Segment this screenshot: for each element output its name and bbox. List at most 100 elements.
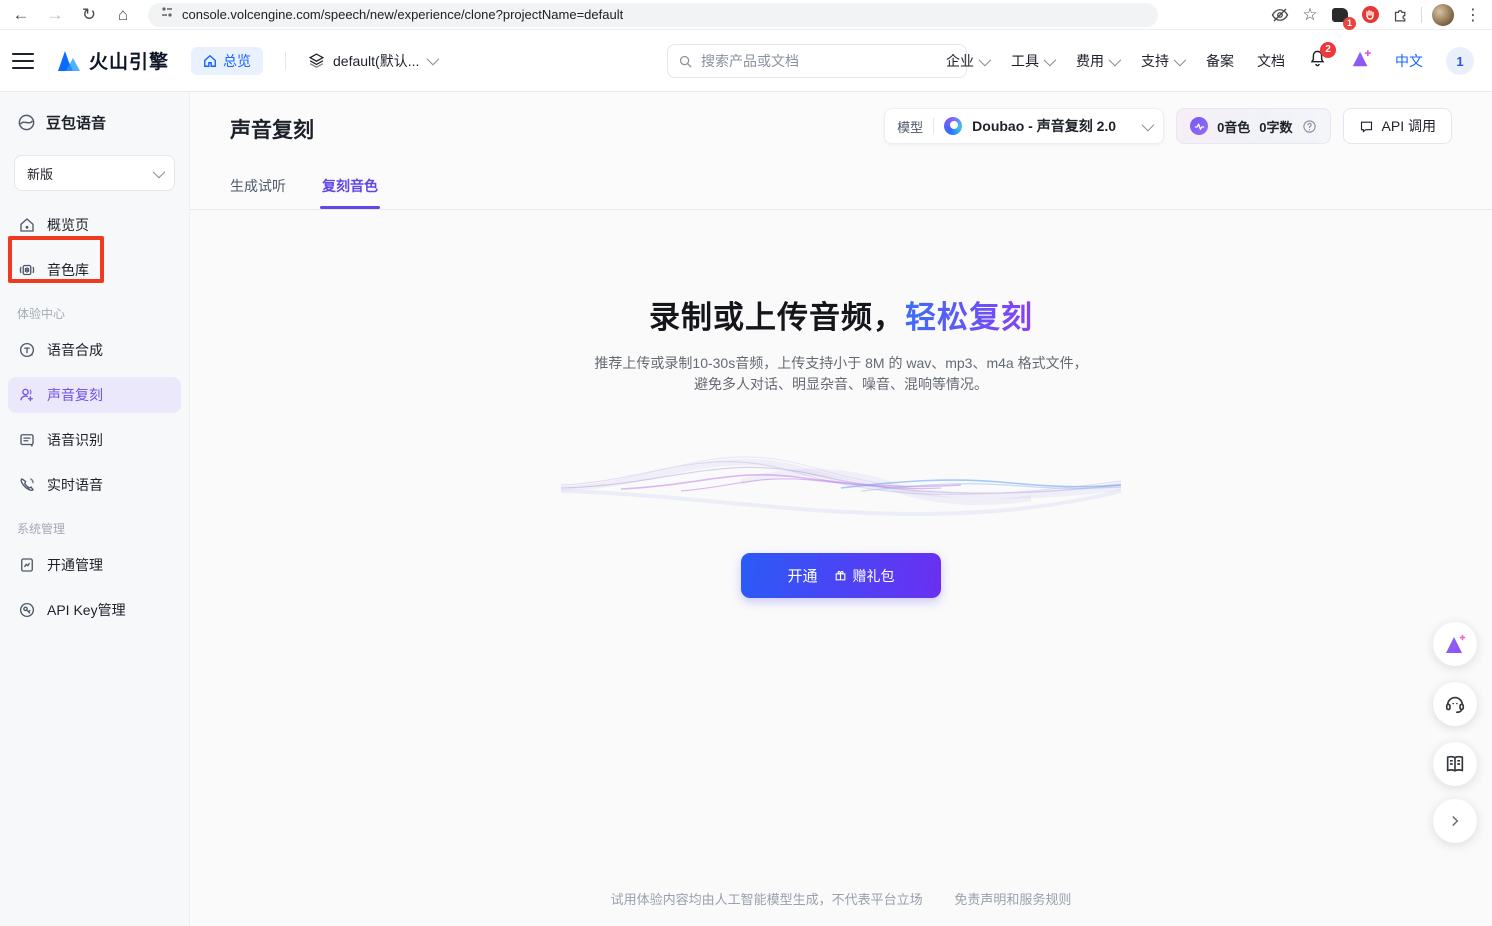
- footer-disclaimer: 试用体验内容均由人工智能模型生成，不代表平台立场: [611, 892, 923, 907]
- home-icon: [203, 54, 217, 68]
- notifications-bell-icon[interactable]: 2: [1308, 49, 1327, 73]
- sidebar-product-title: 豆包语音: [0, 102, 189, 147]
- hero-title: 录制或上传音频，轻松复刻: [190, 292, 1492, 337]
- hero-description: 推荐上传或录制10-30s音频，上传支持小于 8M 的 wav、mp3、m4a …: [190, 353, 1492, 395]
- quota-pulse-icon: [1190, 117, 1208, 135]
- adblock-icon[interactable]: [1357, 2, 1383, 28]
- version-value: 新版: [27, 164, 53, 183]
- chevron-down-icon: [1142, 118, 1155, 131]
- sidebar-item-overview[interactable]: 概览页: [8, 207, 181, 243]
- voice-library-icon: [17, 260, 37, 280]
- sidebar-item-asr[interactable]: 语音识别: [8, 422, 181, 458]
- floating-toolbar: [1427, 0, 1477, 926]
- doubao-voice-icon: [16, 113, 36, 133]
- activate-button[interactable]: 开通 赠礼包: [741, 553, 941, 598]
- project-switcher[interactable]: default(默认...: [308, 51, 436, 71]
- sidebar-item-tts[interactable]: 语音合成: [8, 332, 181, 368]
- hamburger-menu-icon[interactable]: [12, 53, 34, 69]
- tab-clone-voice[interactable]: 复刻音色: [322, 176, 378, 209]
- main-panel: 声音复刻 模型 Doubao - 声音复刻 2.0 0音色 0字数: [190, 92, 1492, 926]
- waveform-illustration: [561, 433, 1121, 525]
- address-bar[interactable]: console.volcengine.com/speech/new/experi…: [148, 3, 1158, 27]
- nav-menu-filing[interactable]: 备案: [1206, 51, 1234, 71]
- page-title: 声音复刻: [230, 114, 314, 144]
- customer-service-button[interactable]: [1433, 682, 1477, 726]
- chevron-down-icon: [427, 53, 440, 66]
- browser-chrome: ← → ↻ ⌂ console.volcengine.com/speech/ne…: [0, 0, 1492, 30]
- sidebar-item-voice-library[interactable]: 音色库: [8, 252, 181, 288]
- overview-label: 总览: [223, 51, 251, 71]
- nav-menu-billing[interactable]: 费用: [1076, 51, 1118, 71]
- nav-menu-enterprise[interactable]: 企业: [946, 51, 988, 71]
- top-nav: 火山引擎 总览 default(默认... 企业 工具 费用 支持 备案 文档 …: [0, 30, 1492, 92]
- sidebar-item-label: 实时语音: [47, 475, 103, 495]
- nav-menu-tools[interactable]: 工具: [1011, 51, 1053, 71]
- sidebar-item-label: 声音复刻: [47, 385, 103, 405]
- doubao-logo-icon: [944, 117, 962, 135]
- sidebar-item-label: 语音合成: [47, 340, 103, 360]
- nav-menu-docs[interactable]: 文档: [1257, 51, 1285, 71]
- docs-book-button[interactable]: [1433, 742, 1477, 786]
- extensions-puzzle-icon[interactable]: [1387, 2, 1413, 28]
- divider: [1421, 7, 1422, 23]
- quota-pill[interactable]: 0音色 0字数: [1176, 108, 1330, 144]
- refresh-icon[interactable]: ↻: [76, 2, 102, 28]
- language-switch[interactable]: 中文: [1395, 51, 1423, 71]
- site-settings-icon[interactable]: [160, 5, 174, 24]
- screen: ← → ↻ ⌂ console.volcengine.com/speech/ne…: [0, 0, 1492, 926]
- model-selector[interactable]: 模型 Doubao - 声音复刻 2.0: [884, 108, 1164, 144]
- back-icon[interactable]: ←: [8, 2, 34, 28]
- forward-icon[interactable]: →: [42, 2, 68, 28]
- bookmark-star-icon[interactable]: ☆: [1297, 2, 1323, 28]
- home-icon: [17, 215, 37, 235]
- hero-desc-line2: 避免多人对话、明显杂音、噪音、混响等情况。: [190, 374, 1492, 395]
- footer-terms-link[interactable]: 免责声明和服务规则: [954, 892, 1071, 907]
- version-select[interactable]: 新版: [14, 155, 175, 191]
- help-icon[interactable]: [1302, 119, 1317, 134]
- gift-icon: [834, 569, 847, 582]
- hero-title-gradient: 轻松复刻: [905, 300, 1033, 335]
- sidebar-item-label: 音色库: [47, 260, 89, 280]
- activate-label: 开通: [787, 565, 817, 586]
- sidebar-section-system: 系统管理: [0, 512, 189, 547]
- overview-nav-pill[interactable]: 总览: [191, 47, 263, 75]
- url-text: console.volcengine.com/speech/new/experi…: [182, 7, 623, 22]
- hero-desc-line1: 推荐上传或录制10-30s音频，上传支持小于 8M 的 wav、mp3、m4a …: [190, 353, 1492, 374]
- nav-menu-support[interactable]: 支持: [1141, 51, 1183, 71]
- collapse-chevron-button[interactable]: [1433, 799, 1477, 843]
- voice-clone-icon: [17, 385, 37, 405]
- tts-icon: [17, 340, 37, 360]
- sidebar-item-label: 概览页: [47, 215, 89, 235]
- home-icon[interactable]: ⌂: [110, 2, 136, 28]
- sidebar-section-experience: 体验中心: [0, 297, 189, 332]
- footer: 试用体验内容均由人工智能模型生成，不代表平台立场 免责声明和服务规则: [190, 889, 1492, 908]
- ai-assistant-icon[interactable]: [1350, 49, 1372, 74]
- sidebar-item-api-key[interactable]: API Key管理: [8, 592, 181, 628]
- chevron-down-icon: [1109, 53, 1122, 66]
- sidebar-item-activation[interactable]: 开通管理: [8, 547, 181, 583]
- search-input[interactable]: [701, 53, 956, 69]
- document-icon: [17, 555, 37, 575]
- quota-voices: 0音色: [1217, 117, 1250, 136]
- sidebar-item-voice-clone[interactable]: 声音复刻: [8, 377, 181, 413]
- privacy-eye-off-icon[interactable]: [1267, 2, 1293, 28]
- ai-assistant-float-button[interactable]: [1433, 622, 1477, 666]
- sidebar: 豆包语音 新版 概览页 音色库 体验中心 语音合成: [0, 92, 190, 926]
- project-name: default(默认...: [333, 51, 419, 71]
- volcengine-logo[interactable]: 火山引擎: [56, 47, 169, 74]
- layers-icon: [308, 52, 325, 69]
- extension-shortcut-icon[interactable]: 1: [1327, 2, 1353, 28]
- global-search[interactable]: [667, 44, 967, 78]
- phone-icon: [17, 475, 37, 495]
- sidebar-item-label: API Key管理: [47, 600, 126, 620]
- divider: [285, 52, 286, 70]
- sidebar-item-label: 开通管理: [47, 555, 103, 575]
- quota-chars: 0字数: [1259, 117, 1292, 136]
- chat-icon: [1359, 119, 1374, 134]
- main-header: 声音复刻 模型 Doubao - 声音复刻 2.0 0音色 0字数: [190, 92, 1492, 210]
- brand-name: 火山引擎: [89, 47, 169, 74]
- chevron-down-icon: [1174, 53, 1187, 66]
- sidebar-item-realtime-voice[interactable]: 实时语音: [8, 467, 181, 503]
- model-value: Doubao - 声音复刻 2.0: [972, 116, 1116, 136]
- tab-generate-audition[interactable]: 生成试听: [230, 176, 286, 209]
